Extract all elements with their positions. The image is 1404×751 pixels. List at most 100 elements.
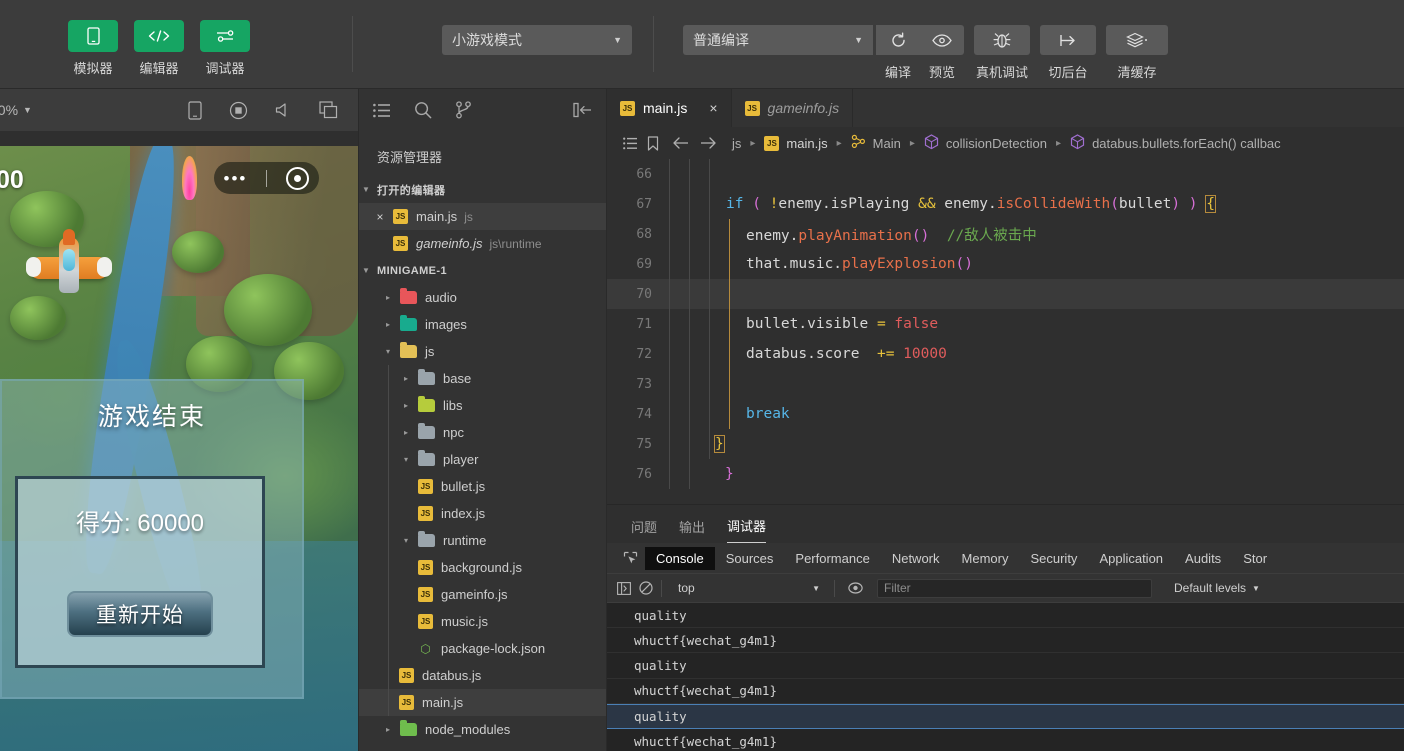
- sliders-icon: [200, 20, 250, 52]
- editor-tab-main-js[interactable]: JS main.js ×: [607, 89, 732, 127]
- source-control-icon[interactable]: [455, 101, 472, 119]
- tab-output[interactable]: 输出: [679, 517, 705, 543]
- code-line: 76 }: [607, 459, 1404, 489]
- console-message[interactable]: whuctf{wechat_g4m1}: [607, 628, 1404, 654]
- devtools-tab-memory[interactable]: Memory: [951, 547, 1020, 570]
- switch-background-button[interactable]: 切后台: [1040, 25, 1096, 81]
- devtools-tab-storage[interactable]: Stor: [1232, 547, 1278, 570]
- restart-button[interactable]: 重新开始: [67, 591, 213, 637]
- tree-item-gameinfo-js[interactable]: JS gameinfo.js: [359, 581, 606, 608]
- tree-item-databus-js[interactable]: JS databus.js: [359, 662, 606, 689]
- editor-tab-gameinfo-js[interactable]: JS gameinfo.js: [731, 89, 854, 127]
- console-levels-select[interactable]: Default levels ▼: [1174, 581, 1260, 595]
- live-expression-icon[interactable]: [848, 581, 863, 595]
- folder-icon: [418, 369, 435, 385]
- record-icon[interactable]: [229, 101, 248, 120]
- tab-debugger[interactable]: 调试器: [727, 516, 767, 543]
- back-arrow-icon[interactable]: [672, 136, 690, 150]
- more-icon: •••: [223, 168, 248, 188]
- tree-item-npc[interactable]: ▸ npc: [359, 419, 606, 446]
- wechat-capsule-button[interactable]: •••: [214, 162, 319, 194]
- console-output[interactable]: quality whuctf{wechat_g4m1} quality whuc…: [607, 603, 1404, 751]
- code-editor[interactable]: 66 67 if ( !enemy.isPlaying && enemy.isC…: [607, 159, 1404, 504]
- tree-item-runtime[interactable]: ▾ runtime: [359, 527, 606, 554]
- tree-item-bullet-js[interactable]: JS bullet.js: [359, 473, 606, 500]
- devtools-tab-console[interactable]: Console: [645, 546, 715, 570]
- bookmark-icon[interactable]: [647, 135, 659, 151]
- tree-item-label: libs: [443, 398, 463, 413]
- inspect-element-icon[interactable]: [615, 551, 645, 566]
- console-message-selected[interactable]: quality: [607, 703, 1404, 729]
- chevron-down-icon: ▼: [613, 35, 622, 45]
- tree-item-index-js[interactable]: JS index.js: [359, 500, 606, 527]
- open-editors-header[interactable]: ▼ 打开的编辑器: [359, 176, 606, 203]
- outline-icon[interactable]: [623, 137, 638, 150]
- chevron-down-icon: ▼: [23, 105, 32, 115]
- chevron-down-icon: ▼: [812, 583, 820, 593]
- chevron-down-icon: ▼: [362, 185, 370, 194]
- tree-item-node-modules[interactable]: ▸ node_modules: [359, 716, 606, 743]
- devtools-tab-sources[interactable]: Sources: [715, 547, 785, 570]
- toolbar-tool-debugger[interactable]: 调试器: [200, 20, 250, 77]
- tree-item-player[interactable]: ▾ player: [359, 446, 606, 473]
- clear-console-icon[interactable]: [639, 581, 653, 595]
- devtools-tab-audits[interactable]: Audits: [1174, 547, 1232, 570]
- phone-icon[interactable]: [188, 100, 202, 120]
- tab-problems[interactable]: 问题: [631, 517, 657, 543]
- close-icon[interactable]: ×: [709, 100, 717, 116]
- console-context-select[interactable]: top ▼: [670, 581, 826, 595]
- tree-item-background-js[interactable]: JS background.js: [359, 554, 606, 581]
- toolbar-tool-group: 模拟器 编辑器 调试器: [68, 20, 250, 77]
- breadcrumb-item-foreach-callback[interactable]: databus.bullets.forEach() callbac: [1070, 133, 1281, 153]
- line-number: 68: [636, 226, 652, 242]
- console-message[interactable]: quality: [607, 653, 1404, 679]
- toolbar-tool-simulator[interactable]: 模拟器: [68, 20, 118, 77]
- search-icon[interactable]: [414, 101, 432, 119]
- breadcrumb-item-main[interactable]: Main: [851, 134, 901, 152]
- tree-item-package-lock-json[interactable]: ⬡ package-lock.json: [359, 635, 606, 662]
- tree-item-js[interactable]: ▾ js: [359, 338, 606, 365]
- devtools-tab-security[interactable]: Security: [1019, 547, 1088, 570]
- explorer-icon[interactable]: [373, 103, 391, 118]
- tree-item-main-js[interactable]: JS main.js: [359, 689, 606, 716]
- mode-select[interactable]: 小游戏模式 ▼: [442, 25, 632, 55]
- tree-item-base[interactable]: ▸ base: [359, 365, 606, 392]
- js-file-icon: JS: [399, 695, 414, 710]
- forward-arrow-icon[interactable]: [699, 136, 717, 150]
- tree-item-libs[interactable]: ▸ libs: [359, 392, 606, 419]
- breadcrumb-item-collision-detection[interactable]: collisionDetection: [924, 133, 1047, 153]
- tree-item-music-js[interactable]: JS music.js: [359, 608, 606, 635]
- console-filter-input[interactable]: Filter: [877, 578, 1152, 598]
- console-filter-bar: top ▼ Filter Default levels ▼: [607, 573, 1404, 603]
- breadcrumb-item-js[interactable]: js: [732, 136, 741, 151]
- chevron-right-icon: ▸: [385, 320, 390, 329]
- close-icon[interactable]: ×: [373, 210, 387, 224]
- compile-button[interactable]: 编译: [876, 25, 920, 81]
- devtools-tab-application[interactable]: Application: [1088, 547, 1174, 570]
- tree-item-images[interactable]: ▸ images: [359, 311, 606, 338]
- breadcrumb-item-main-js[interactable]: JS main.js: [764, 135, 828, 151]
- preview-button[interactable]: 预览: [920, 25, 964, 81]
- devtools-tab-performance[interactable]: Performance: [784, 547, 880, 570]
- console-message[interactable]: quality: [607, 603, 1404, 629]
- devtools-tab-network[interactable]: Network: [881, 547, 951, 570]
- console-message[interactable]: whuctf{wechat_g4m1}: [607, 679, 1404, 704]
- windows-icon[interactable]: [319, 101, 338, 119]
- project-label: MINIGAME-1: [377, 264, 447, 277]
- real-device-debug-button[interactable]: 真机调试: [974, 25, 1030, 81]
- tree-item-audio[interactable]: ▸ audio: [359, 284, 606, 311]
- project-header[interactable]: ▼ MINIGAME-1: [359, 257, 606, 284]
- clear-cache-button[interactable]: 清缓存: [1106, 25, 1168, 81]
- game-over-title: 游戏结束: [97, 403, 206, 431]
- console-message[interactable]: whuctf{wechat_g4m1}: [607, 729, 1404, 751]
- sound-icon[interactable]: [275, 102, 292, 118]
- open-editor-item-main[interactable]: × JS main.js js: [359, 203, 606, 230]
- toolbar-tool-editor[interactable]: 编辑器: [134, 20, 184, 77]
- open-editor-item-gameinfo[interactable]: JS gameinfo.js js\runtime: [359, 230, 606, 257]
- console-sidebar-icon[interactable]: [617, 581, 631, 595]
- simulator-screen[interactable]: 00 ••• 游戏结束 得分: 60000 重新开始: [0, 146, 358, 751]
- line-number: 71: [636, 316, 652, 332]
- compile-mode-select[interactable]: 普通编译 ▼: [683, 25, 873, 55]
- zoom-level-select[interactable]: 00% ▼: [0, 102, 32, 118]
- collapse-panel-icon[interactable]: [573, 102, 592, 118]
